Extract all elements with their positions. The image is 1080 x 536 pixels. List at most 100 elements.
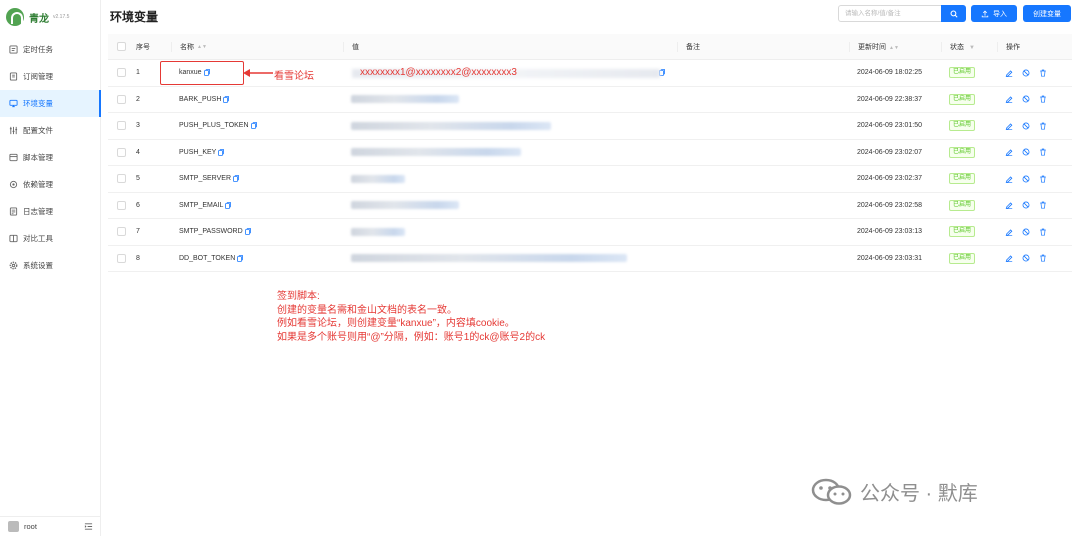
cell-no: 5: [136, 175, 140, 183]
menu-fold-icon[interactable]: [84, 522, 93, 531]
cell-ops: [997, 122, 1067, 130]
edit-icon[interactable]: [1005, 228, 1013, 236]
note-line: 例如看雪论坛，则创建变量“kanxue”，内容填cookie。: [277, 318, 515, 329]
import-button[interactable]: 导入: [971, 5, 1017, 22]
cell-value: [343, 95, 677, 104]
subscription-icon: [9, 72, 18, 81]
app-logo[interactable]: 青龙 v2.17.5: [6, 8, 69, 26]
row-checkbox[interactable]: [117, 121, 126, 131]
row-checkbox[interactable]: [117, 68, 126, 78]
app-window: 青龙 v2.17.5 定时任务 订阅管理 环境变量 配置文件 脚本管理 依赖管理…: [0, 0, 1080, 536]
edit-icon[interactable]: [1005, 254, 1013, 263]
table-body: 1 kanxue 2024-06-09 18:02:25 已启用 2 BARK_PUSH 2…: [108, 60, 1072, 272]
disable-icon[interactable]: [1022, 228, 1030, 236]
avatar[interactable]: [8, 521, 19, 532]
delete-icon[interactable]: [1039, 175, 1047, 183]
search-button[interactable]: [941, 5, 966, 22]
disable-icon[interactable]: [1022, 122, 1030, 130]
delete-icon[interactable]: [1039, 228, 1047, 236]
disable-icon[interactable]: [1022, 148, 1030, 156]
sidebar-item-scripts[interactable]: 脚本管理: [0, 144, 101, 171]
sort-icon[interactable]: ▲▼: [889, 45, 899, 51]
sidebar-item-config[interactable]: 配置文件: [0, 117, 101, 144]
cell-ops: [997, 254, 1067, 263]
cell-ops: [997, 228, 1067, 236]
row-checkbox[interactable]: [117, 147, 126, 157]
row-checkbox[interactable]: [117, 227, 126, 237]
col-value: 值: [343, 41, 677, 52]
red-arrow-icon: [243, 69, 273, 77]
sidebar-item-diff[interactable]: 对比工具: [0, 225, 101, 252]
delete-icon[interactable]: [1039, 122, 1047, 130]
copy-icon[interactable]: [250, 122, 257, 130]
copy-icon[interactable]: [244, 228, 251, 236]
edit-icon[interactable]: [1005, 69, 1013, 77]
status-badge: 已启用: [949, 199, 976, 211]
copy-icon[interactable]: [225, 201, 232, 209]
delete-icon[interactable]: [1039, 148, 1047, 156]
delete-icon[interactable]: [1039, 69, 1047, 77]
sort-icon[interactable]: ▲▼: [197, 44, 207, 50]
row-checkbox[interactable]: [117, 94, 126, 104]
sidebar-item-settings[interactable]: 系统设置: [0, 252, 101, 279]
col-status[interactable]: 状态 ▼: [941, 41, 997, 52]
delete-icon[interactable]: [1039, 254, 1047, 262]
edit-icon[interactable]: [1005, 95, 1013, 104]
cell-value: [343, 254, 677, 263]
cell-no: 4: [136, 148, 140, 156]
table-row: 6 SMTP_EMAIL 2024-06-09 23:02:58 已启用: [108, 193, 1072, 219]
cell-name: SMTP_PASSWORD: [171, 228, 343, 235]
cell-ops: [997, 175, 1067, 183]
col-no: 序号: [136, 43, 150, 51]
disable-icon[interactable]: [1022, 69, 1030, 77]
copy-icon[interactable]: [223, 95, 230, 103]
cell-no: 6: [136, 201, 140, 209]
sidebar-item-logs[interactable]: 日志管理: [0, 198, 101, 225]
row-checkbox[interactable]: [117, 253, 126, 263]
disable-icon[interactable]: [1022, 254, 1030, 262]
masked-value: [351, 148, 521, 157]
delete-icon[interactable]: [1039, 95, 1047, 103]
col-status-label: 状态: [950, 43, 964, 51]
sidebar-item-subscription[interactable]: 订阅管理: [0, 63, 101, 90]
edit-icon[interactable]: [1005, 201, 1013, 210]
copy-icon[interactable]: [233, 175, 239, 183]
sidebar-item-cron[interactable]: 定时任务: [0, 36, 101, 63]
edit-icon[interactable]: [1005, 175, 1013, 183]
status-badge: 已启用: [949, 173, 976, 185]
copy-icon[interactable]: [237, 254, 244, 262]
cell-ops: [997, 201, 1067, 210]
sidebar-item-deps[interactable]: 依赖管理: [0, 171, 101, 198]
col-time[interactable]: 更新时间 ▲▼: [849, 41, 941, 52]
filter-icon[interactable]: ▼: [969, 45, 975, 51]
search-input[interactable]: [838, 5, 942, 22]
delete-icon[interactable]: [1039, 201, 1047, 209]
status-badge: 已启用: [949, 226, 976, 238]
col-time-label: 更新时间: [858, 43, 886, 51]
variable-name: PUSH_KEY: [179, 148, 217, 156]
sidebar-item-label: 环境变量: [23, 99, 53, 108]
disable-icon[interactable]: [1022, 175, 1030, 183]
edit-icon[interactable]: [1005, 148, 1013, 157]
disable-icon[interactable]: [1022, 201, 1030, 209]
note-line: 签到脚本:: [277, 291, 320, 302]
select-all-checkbox[interactable]: [117, 42, 126, 51]
script-icon: [9, 153, 18, 162]
copy-icon[interactable]: [218, 148, 225, 156]
user-name[interactable]: root: [24, 522, 84, 531]
sidebar-item-env[interactable]: 环境变量: [0, 90, 101, 117]
sidebar-item-label: 系统设置: [23, 261, 53, 270]
masked-value: [351, 121, 551, 130]
edit-icon[interactable]: [1005, 122, 1013, 130]
col-name[interactable]: 名称 ▲▼: [171, 41, 343, 52]
row-checkbox[interactable]: [117, 174, 126, 184]
gear-icon: [9, 180, 18, 189]
variable-name: BARK_PUSH: [179, 95, 222, 103]
sidebar-item-label: 日志管理: [23, 207, 53, 216]
create-variable-button[interactable]: 创建变量: [1023, 5, 1071, 22]
row-checkbox[interactable]: [117, 200, 126, 210]
cell-time: 2024-06-09 23:03:13: [857, 228, 922, 236]
sidebar-item-label: 配置文件: [23, 126, 53, 135]
table-row: 7 SMTP_PASSWORD 2024-06-09 23:03:13 已启用: [108, 219, 1072, 246]
disable-icon[interactable]: [1022, 95, 1030, 103]
